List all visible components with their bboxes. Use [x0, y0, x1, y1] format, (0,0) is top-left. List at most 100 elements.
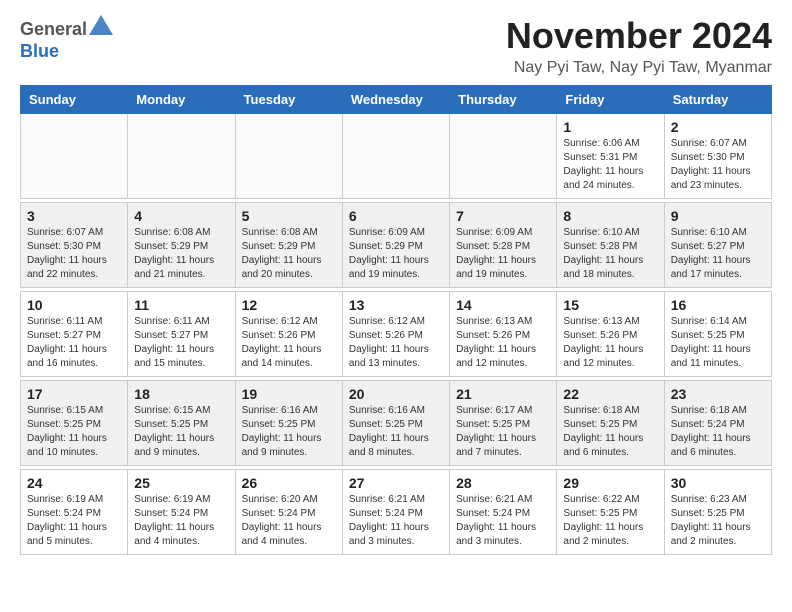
day-number: 30 [671, 475, 765, 491]
day-number: 23 [671, 386, 765, 402]
day-cell: 1Sunrise: 6:06 AM Sunset: 5:31 PM Daylig… [557, 114, 664, 199]
day-cell [450, 114, 557, 199]
day-info: Sunrise: 6:11 AM Sunset: 5:27 PM Dayligh… [27, 315, 121, 371]
day-cell: 9 Sunrise: 6:10 AM Sunset: 5:27 PM Daylig… [664, 203, 771, 288]
day-info: Sunrise: 6:12 AM Sunset: 5:26 PM Dayligh… [242, 315, 336, 371]
day-cell: 30 Sunrise: 6:23 AM Sunset: 5:25 PM Dayli… [664, 470, 771, 555]
day-cell [342, 114, 449, 199]
day-cell: 23 Sunrise: 6:18 AM Sunset: 5:24 PM Dayli… [664, 381, 771, 466]
day-info: Sunrise: 6:14 AM Sunset: 5:25 PM Dayligh… [671, 315, 765, 371]
col-header-tuesday: Tuesday [235, 86, 342, 114]
day-info: Sunrise: 6:19 AM Sunset: 5:24 PM Dayligh… [134, 493, 228, 549]
title-section: November 2024 Nay Pyi Taw, Nay Pyi Taw, … [506, 15, 772, 77]
page: General Blue November 2024 Nay Pyi Taw, … [0, 0, 792, 570]
day-cell [21, 114, 128, 199]
week-row-3: 10Sunrise: 6:11 AM Sunset: 5:27 PM Dayli… [21, 292, 772, 377]
day-number: 6 [349, 208, 443, 224]
day-info: Sunrise: 6:19 AM Sunset: 5:24 PM Dayligh… [27, 493, 121, 549]
day-cell: 2 Sunrise: 6:07 AM Sunset: 5:30 PM Daylig… [664, 114, 771, 199]
week-row-2: 3 Sunrise: 6:07 AM Sunset: 5:30 PM Daylig… [21, 203, 772, 288]
day-info: Sunrise: 6:15 AM Sunset: 5:25 PM Dayligh… [27, 404, 121, 460]
day-number: 21 [456, 386, 550, 402]
day-cell: 10Sunrise: 6:11 AM Sunset: 5:27 PM Dayli… [21, 292, 128, 377]
day-cell: 29 Sunrise: 6:22 AM Sunset: 5:25 PM Dayli… [557, 470, 664, 555]
day-number: 24 [27, 475, 121, 491]
day-info: Sunrise: 6:07 AM Sunset: 5:30 PM Dayligh… [671, 137, 765, 193]
day-info: Sunrise: 6:20 AM Sunset: 5:24 PM Dayligh… [242, 493, 336, 549]
day-number: 28 [456, 475, 550, 491]
day-info: Sunrise: 6:21 AM Sunset: 5:24 PM Dayligh… [349, 493, 443, 549]
day-number: 14 [456, 297, 550, 313]
col-header-thursday: Thursday [450, 86, 557, 114]
day-cell: 13Sunrise: 6:12 AM Sunset: 5:26 PM Dayli… [342, 292, 449, 377]
day-number: 8 [563, 208, 657, 224]
day-cell: 25 Sunrise: 6:19 AM Sunset: 5:24 PM Dayli… [128, 470, 235, 555]
day-cell [235, 114, 342, 199]
day-number: 26 [242, 475, 336, 491]
day-number: 27 [349, 475, 443, 491]
day-info: Sunrise: 6:06 AM Sunset: 5:31 PM Dayligh… [563, 137, 657, 193]
day-info: Sunrise: 6:18 AM Sunset: 5:25 PM Dayligh… [563, 404, 657, 460]
col-header-monday: Monday [128, 86, 235, 114]
week-row-1: 1Sunrise: 6:06 AM Sunset: 5:31 PM Daylig… [21, 114, 772, 199]
day-number: 20 [349, 386, 443, 402]
day-cell: 20 Sunrise: 6:16 AM Sunset: 5:25 PM Dayli… [342, 381, 449, 466]
day-cell: 27 Sunrise: 6:21 AM Sunset: 5:24 PM Dayli… [342, 470, 449, 555]
day-number: 3 [27, 208, 121, 224]
day-number: 2 [671, 119, 765, 135]
day-info: Sunrise: 6:22 AM Sunset: 5:25 PM Dayligh… [563, 493, 657, 549]
header-row: SundayMondayTuesdayWednesdayThursdayFrid… [21, 86, 772, 114]
day-number: 17 [27, 386, 121, 402]
day-number: 13 [349, 297, 443, 313]
day-cell: 7 Sunrise: 6:09 AM Sunset: 5:28 PM Daylig… [450, 203, 557, 288]
day-number: 4 [134, 208, 228, 224]
day-number: 18 [134, 386, 228, 402]
day-cell: 4 Sunrise: 6:08 AM Sunset: 5:29 PM Daylig… [128, 203, 235, 288]
day-number: 7 [456, 208, 550, 224]
day-number: 5 [242, 208, 336, 224]
day-cell: 16 Sunrise: 6:14 AM Sunset: 5:25 PM Dayli… [664, 292, 771, 377]
day-number: 9 [671, 208, 765, 224]
day-cell: 12 Sunrise: 6:12 AM Sunset: 5:26 PM Dayli… [235, 292, 342, 377]
day-info: Sunrise: 6:18 AM Sunset: 5:24 PM Dayligh… [671, 404, 765, 460]
day-info: Sunrise: 6:16 AM Sunset: 5:25 PM Dayligh… [242, 404, 336, 460]
day-cell: 8 Sunrise: 6:10 AM Sunset: 5:28 PM Daylig… [557, 203, 664, 288]
day-cell: 11Sunrise: 6:11 AM Sunset: 5:27 PM Dayli… [128, 292, 235, 377]
day-cell [128, 114, 235, 199]
day-cell: 6 Sunrise: 6:09 AM Sunset: 5:29 PM Daylig… [342, 203, 449, 288]
header: General Blue November 2024 Nay Pyi Taw, … [20, 15, 772, 77]
day-cell: 18Sunrise: 6:15 AM Sunset: 5:25 PM Dayli… [128, 381, 235, 466]
day-info: Sunrise: 6:07 AM Sunset: 5:30 PM Dayligh… [27, 226, 121, 282]
day-cell: 22 Sunrise: 6:18 AM Sunset: 5:25 PM Dayli… [557, 381, 664, 466]
day-info: Sunrise: 6:13 AM Sunset: 5:26 PM Dayligh… [456, 315, 550, 371]
day-cell: 19 Sunrise: 6:16 AM Sunset: 5:25 PM Dayli… [235, 381, 342, 466]
day-number: 29 [563, 475, 657, 491]
logo-icon [89, 15, 113, 35]
day-number: 11 [134, 297, 228, 313]
day-cell: 3 Sunrise: 6:07 AM Sunset: 5:30 PM Daylig… [21, 203, 128, 288]
day-number: 19 [242, 386, 336, 402]
day-number: 15 [563, 297, 657, 313]
day-number: 22 [563, 386, 657, 402]
col-header-sunday: Sunday [21, 86, 128, 114]
day-cell: 15Sunrise: 6:13 AM Sunset: 5:26 PM Dayli… [557, 292, 664, 377]
day-cell: 17 Sunrise: 6:15 AM Sunset: 5:25 PM Dayli… [21, 381, 128, 466]
day-number: 25 [134, 475, 228, 491]
day-cell: 5Sunrise: 6:08 AM Sunset: 5:29 PM Daylig… [235, 203, 342, 288]
day-cell: 14 Sunrise: 6:13 AM Sunset: 5:26 PM Dayli… [450, 292, 557, 377]
day-info: Sunrise: 6:16 AM Sunset: 5:25 PM Dayligh… [349, 404, 443, 460]
day-info: Sunrise: 6:10 AM Sunset: 5:27 PM Dayligh… [671, 226, 765, 282]
day-cell: 26 Sunrise: 6:20 AM Sunset: 5:24 PM Dayli… [235, 470, 342, 555]
logo-blue: Blue [20, 41, 59, 61]
col-header-saturday: Saturday [664, 86, 771, 114]
day-info: Sunrise: 6:09 AM Sunset: 5:29 PM Dayligh… [349, 226, 443, 282]
day-info: Sunrise: 6:17 AM Sunset: 5:25 PM Dayligh… [456, 404, 550, 460]
day-info: Sunrise: 6:10 AM Sunset: 5:28 PM Dayligh… [563, 226, 657, 282]
day-info: Sunrise: 6:23 AM Sunset: 5:25 PM Dayligh… [671, 493, 765, 549]
logo: General Blue [20, 15, 113, 62]
day-cell: 24 Sunrise: 6:19 AM Sunset: 5:24 PM Dayli… [21, 470, 128, 555]
day-number: 16 [671, 297, 765, 313]
day-number: 12 [242, 297, 336, 313]
day-info: Sunrise: 6:09 AM Sunset: 5:28 PM Dayligh… [456, 226, 550, 282]
day-info: Sunrise: 6:08 AM Sunset: 5:29 PM Dayligh… [134, 226, 228, 282]
